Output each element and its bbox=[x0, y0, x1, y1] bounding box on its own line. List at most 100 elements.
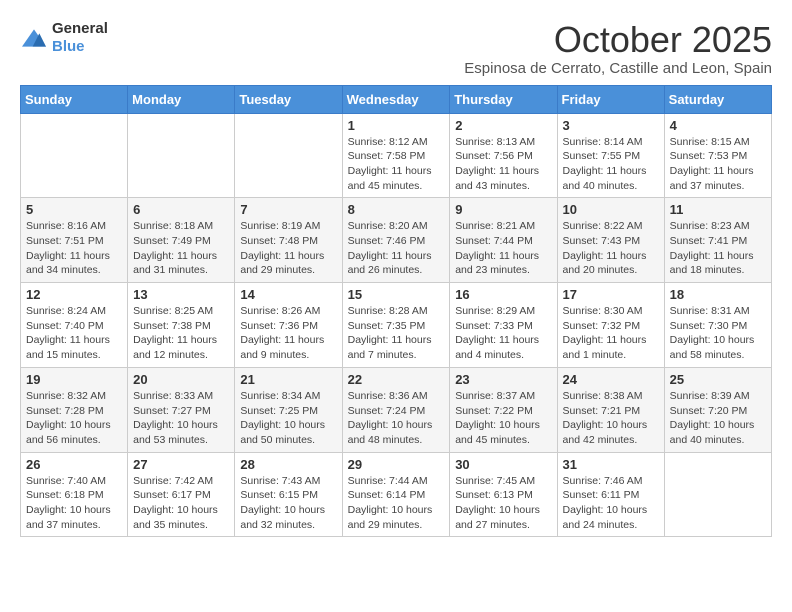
page-header: General Blue October 2025 Espinosa de Ce… bbox=[20, 20, 772, 77]
day-number: 14 bbox=[240, 287, 336, 302]
day-info: Sunrise: 8:15 AM Sunset: 7:53 PM Dayligh… bbox=[670, 135, 766, 194]
location-subtitle: Espinosa de Cerrato, Castille and Leon, … bbox=[464, 60, 772, 77]
calendar-cell bbox=[128, 113, 235, 198]
logo-blue-text: Blue bbox=[52, 38, 85, 55]
day-number: 29 bbox=[348, 457, 445, 472]
day-info: Sunrise: 8:39 AM Sunset: 7:20 PM Dayligh… bbox=[670, 389, 766, 448]
day-info: Sunrise: 7:44 AM Sunset: 6:14 PM Dayligh… bbox=[348, 474, 445, 533]
day-info: Sunrise: 8:18 AM Sunset: 7:49 PM Dayligh… bbox=[133, 219, 229, 278]
day-info: Sunrise: 7:40 AM Sunset: 6:18 PM Dayligh… bbox=[26, 474, 122, 533]
day-info: Sunrise: 8:16 AM Sunset: 7:51 PM Dayligh… bbox=[26, 219, 122, 278]
calendar-cell: 9 Sunrise: 8:21 AM Sunset: 7:44 PM Daylig… bbox=[450, 198, 557, 283]
calendar-cell: 14 Sunrise: 8:26 AM Sunset: 7:36 PM Dayli… bbox=[235, 283, 342, 368]
day-number: 13 bbox=[133, 287, 229, 302]
calendar-week-4: 19 Sunrise: 8:32 AM Sunset: 7:28 PM Dayli… bbox=[21, 367, 772, 452]
calendar-body: 1Sunrise: 8:12 AM Sunset: 7:58 PM Daylig… bbox=[21, 113, 772, 537]
day-number: 24 bbox=[563, 372, 659, 387]
day-info: Sunrise: 8:21 AM Sunset: 7:44 PM Dayligh… bbox=[455, 219, 551, 278]
day-number: 1 bbox=[348, 118, 445, 133]
day-info: Sunrise: 7:46 AM Sunset: 6:11 PM Dayligh… bbox=[563, 474, 659, 533]
calendar-cell: 11Sunrise: 8:23 AM Sunset: 7:41 PM Dayli… bbox=[664, 198, 771, 283]
calendar-cell: 20Sunrise: 8:33 AM Sunset: 7:27 PM Dayli… bbox=[128, 367, 235, 452]
month-title: October 2025 bbox=[464, 20, 772, 60]
day-number: 9 bbox=[455, 202, 551, 217]
weekday-header-sunday: Sunday bbox=[21, 85, 128, 113]
day-number: 26 bbox=[26, 457, 122, 472]
day-number: 30 bbox=[455, 457, 551, 472]
day-info: Sunrise: 8:19 AM Sunset: 7:48 PM Dayligh… bbox=[240, 219, 336, 278]
day-number: 4 bbox=[670, 118, 766, 133]
calendar-cell: 13 Sunrise: 8:25 AM Sunset: 7:38 PM Dayli… bbox=[128, 283, 235, 368]
day-number: 5 bbox=[26, 202, 122, 217]
day-number: 15 bbox=[348, 287, 445, 302]
day-number: 22 bbox=[348, 372, 445, 387]
day-number: 19 bbox=[26, 372, 122, 387]
calendar-cell: 8Sunrise: 8:20 AM Sunset: 7:46 PM Daylig… bbox=[342, 198, 450, 283]
calendar-cell: 23 Sunrise: 8:37 AM Sunset: 7:22 PM Dayli… bbox=[450, 367, 557, 452]
day-info: Sunrise: 8:25 AM Sunset: 7:38 PM Dayligh… bbox=[133, 304, 229, 363]
weekday-header-wednesday: Wednesday bbox=[342, 85, 450, 113]
day-number: 12 bbox=[26, 287, 122, 302]
day-info: Sunrise: 8:28 AM Sunset: 7:35 PM Dayligh… bbox=[348, 304, 445, 363]
calendar-cell: 5 Sunrise: 8:16 AM Sunset: 7:51 PM Daylig… bbox=[21, 198, 128, 283]
day-info: Sunrise: 8:22 AM Sunset: 7:43 PM Dayligh… bbox=[563, 219, 659, 278]
day-number: 20 bbox=[133, 372, 229, 387]
calendar-cell: 3Sunrise: 8:14 AM Sunset: 7:55 PM Daylig… bbox=[557, 113, 664, 198]
day-info: Sunrise: 8:30 AM Sunset: 7:32 PM Dayligh… bbox=[563, 304, 659, 363]
day-number: 6 bbox=[133, 202, 229, 217]
calendar-cell: 26 Sunrise: 7:40 AM Sunset: 6:18 PM Dayli… bbox=[21, 452, 128, 537]
calendar-cell: 17 Sunrise: 8:30 AM Sunset: 7:32 PM Dayli… bbox=[557, 283, 664, 368]
day-info: Sunrise: 8:37 AM Sunset: 7:22 PM Dayligh… bbox=[455, 389, 551, 448]
day-number: 28 bbox=[240, 457, 336, 472]
calendar-week-1: 1Sunrise: 8:12 AM Sunset: 7:58 PM Daylig… bbox=[21, 113, 772, 198]
calendar-week-5: 26 Sunrise: 7:40 AM Sunset: 6:18 PM Dayli… bbox=[21, 452, 772, 537]
day-info: Sunrise: 7:42 AM Sunset: 6:17 PM Dayligh… bbox=[133, 474, 229, 533]
calendar-cell: 21Sunrise: 8:34 AM Sunset: 7:25 PM Dayli… bbox=[235, 367, 342, 452]
day-info: Sunrise: 8:38 AM Sunset: 7:21 PM Dayligh… bbox=[563, 389, 659, 448]
calendar-cell: 22 Sunrise: 8:36 AM Sunset: 7:24 PM Dayli… bbox=[342, 367, 450, 452]
day-info: Sunrise: 8:29 AM Sunset: 7:33 PM Dayligh… bbox=[455, 304, 551, 363]
weekday-header-tuesday: Tuesday bbox=[235, 85, 342, 113]
logo-general-text: General bbox=[52, 20, 108, 37]
day-info: Sunrise: 8:24 AM Sunset: 7:40 PM Dayligh… bbox=[26, 304, 122, 363]
day-info: Sunrise: 8:20 AM Sunset: 7:46 PM Dayligh… bbox=[348, 219, 445, 278]
day-info: Sunrise: 8:26 AM Sunset: 7:36 PM Dayligh… bbox=[240, 304, 336, 363]
day-number: 31 bbox=[563, 457, 659, 472]
calendar-cell: 27 Sunrise: 7:42 AM Sunset: 6:17 PM Dayli… bbox=[128, 452, 235, 537]
day-number: 18 bbox=[670, 287, 766, 302]
day-number: 11 bbox=[670, 202, 766, 217]
weekday-header-friday: Friday bbox=[557, 85, 664, 113]
calendar-cell: 16Sunrise: 8:29 AM Sunset: 7:33 PM Dayli… bbox=[450, 283, 557, 368]
weekday-header-saturday: Saturday bbox=[664, 85, 771, 113]
day-number: 27 bbox=[133, 457, 229, 472]
calendar-cell: 6 Sunrise: 8:18 AM Sunset: 7:49 PM Daylig… bbox=[128, 198, 235, 283]
day-number: 23 bbox=[455, 372, 551, 387]
calendar-cell: 30 Sunrise: 7:45 AM Sunset: 6:13 PM Dayli… bbox=[450, 452, 557, 537]
day-number: 2 bbox=[455, 118, 551, 133]
calendar-cell: 28Sunrise: 7:43 AM Sunset: 6:15 PM Dayli… bbox=[235, 452, 342, 537]
day-info: Sunrise: 8:32 AM Sunset: 7:28 PM Dayligh… bbox=[26, 389, 122, 448]
calendar-cell: 25 Sunrise: 8:39 AM Sunset: 7:20 PM Dayli… bbox=[664, 367, 771, 452]
day-info: Sunrise: 8:13 AM Sunset: 7:56 PM Dayligh… bbox=[455, 135, 551, 194]
day-info: Sunrise: 7:45 AM Sunset: 6:13 PM Dayligh… bbox=[455, 474, 551, 533]
calendar-table: SundayMondayTuesdayWednesdayThursdayFrid… bbox=[20, 85, 772, 538]
day-number: 25 bbox=[670, 372, 766, 387]
calendar-cell bbox=[21, 113, 128, 198]
calendar-cell: 2 Sunrise: 8:13 AM Sunset: 7:56 PM Daylig… bbox=[450, 113, 557, 198]
logo-icon bbox=[20, 28, 48, 48]
day-info: Sunrise: 8:36 AM Sunset: 7:24 PM Dayligh… bbox=[348, 389, 445, 448]
calendar-cell: 19 Sunrise: 8:32 AM Sunset: 7:28 PM Dayli… bbox=[21, 367, 128, 452]
calendar-week-3: 12 Sunrise: 8:24 AM Sunset: 7:40 PM Dayli… bbox=[21, 283, 772, 368]
calendar-header-row: SundayMondayTuesdayWednesdayThursdayFrid… bbox=[21, 85, 772, 113]
title-block: October 2025 Espinosa de Cerrato, Castil… bbox=[464, 20, 772, 77]
day-number: 17 bbox=[563, 287, 659, 302]
calendar-cell bbox=[664, 452, 771, 537]
logo: General Blue bbox=[20, 20, 108, 56]
calendar-cell: 15 Sunrise: 8:28 AM Sunset: 7:35 PM Dayli… bbox=[342, 283, 450, 368]
calendar-cell: 24 Sunrise: 8:38 AM Sunset: 7:21 PM Dayli… bbox=[557, 367, 664, 452]
calendar-cell bbox=[235, 113, 342, 198]
day-info: Sunrise: 8:34 AM Sunset: 7:25 PM Dayligh… bbox=[240, 389, 336, 448]
calendar-cell: 10Sunrise: 8:22 AM Sunset: 7:43 PM Dayli… bbox=[557, 198, 664, 283]
calendar-cell: 18Sunrise: 8:31 AM Sunset: 7:30 PM Dayli… bbox=[664, 283, 771, 368]
calendar-cell: 4 Sunrise: 8:15 AM Sunset: 7:53 PM Daylig… bbox=[664, 113, 771, 198]
